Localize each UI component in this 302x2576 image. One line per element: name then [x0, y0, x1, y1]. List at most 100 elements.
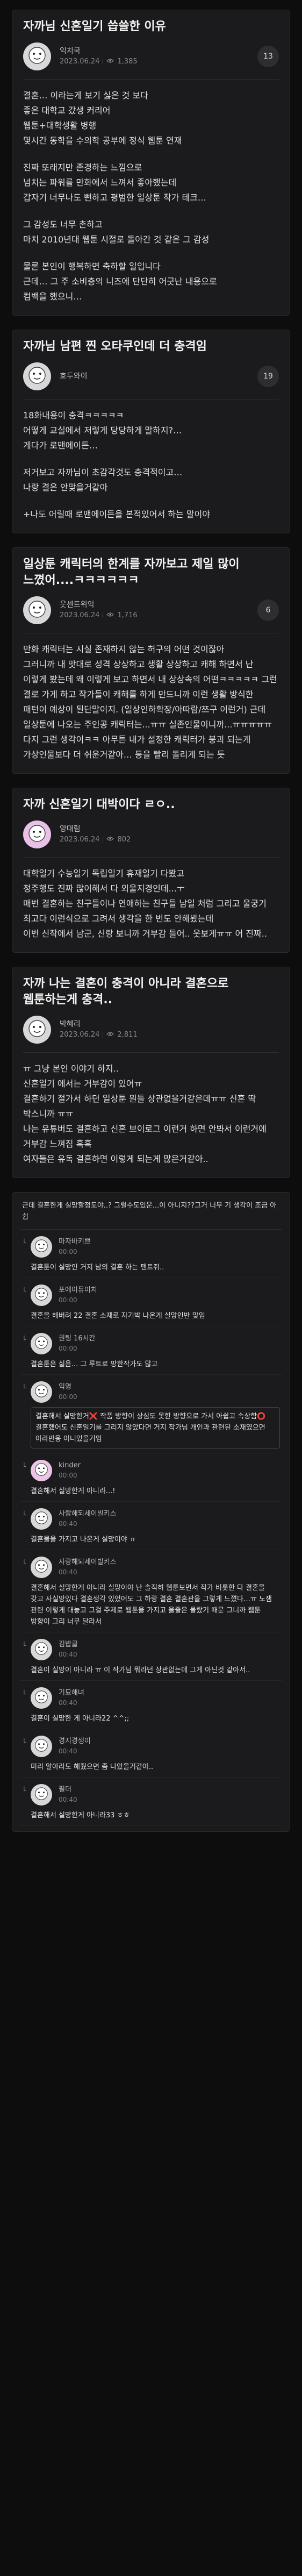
avatar[interactable]	[31, 1285, 52, 1306]
reply-text: 결혼툰이 실망인 거지 남의 결혼 하는 팬트쥐..	[31, 1264, 164, 1272]
reply-author[interactable]: kinder	[59, 1461, 81, 1471]
body-line: 넘치는 파워를 만화에서 느껴서 좋아했는데	[23, 177, 177, 188]
post-submeta: 2023.06.24 2,811	[60, 1030, 279, 1040]
profile-face-icon	[33, 1335, 49, 1353]
avatar[interactable]	[31, 1784, 52, 1806]
post-submeta: 2023.06.24 1,716	[60, 610, 257, 621]
post-meta: 양대림 2023.06.24 802	[23, 820, 279, 858]
reply-item[interactable]: └ 기묘해녀 00:40 결혼이 실망한 게 아니라22 ^^;;	[20, 1681, 282, 1729]
body-line: ㅠ 그냥 본인 이야기 하지..	[23, 1064, 119, 1074]
avatar[interactable]	[31, 1381, 52, 1403]
comment-section: 근데 결혼한게 실망할정도야..? 그럴수도있운...이 아니지??그거 너무 …	[12, 1192, 290, 1832]
author-name[interactable]: 양대림	[60, 824, 279, 834]
post-card[interactable]: 자까 나는 결혼이 충격이 아니라 결혼으로 웹툰하는게 충격.. 박혜리 2023…	[12, 967, 290, 1178]
reply-author[interactable]: 사랑해되세이빌키스	[59, 1558, 117, 1567]
body-line: 여자들은 유독 결혼하면 이렇게 되는게 많은거같아..	[23, 1154, 208, 1164]
profile-face-icon	[26, 45, 48, 68]
comment-count-badge[interactable]: 13	[257, 46, 279, 67]
reply-item[interactable]: └ 익명 00:00 결혼해서 실망한거❌ 작품 방향이 상심도 못한 방향으로 가서…	[20, 1375, 282, 1453]
author-name[interactable]: 익치국	[60, 46, 257, 56]
post-body: ㅠ 그냥 본인 이야기 하지.. 신혼일기 에서는 거부감이 있어ㅠ 결혼하기 절가…	[23, 1061, 279, 1167]
reply-author[interactable]: 기묘해녀	[59, 1688, 84, 1698]
avatar[interactable]	[31, 1687, 52, 1709]
post-title[interactable]: 자까 신혼일기 대박이다 ㄹㅇ..	[23, 797, 279, 813]
reply-meta: 포에이듀이치 00:00	[59, 1286, 97, 1305]
post-title[interactable]: 자까님 신혼일기 씁쓸한 이유	[23, 19, 279, 35]
avatar[interactable]	[31, 1333, 52, 1354]
post-title[interactable]: 일상툰 캐릭터의 한계를 자까보고 제일 많이 느꼈어....ㅋㅋㅋㅋㅋㅋ	[23, 556, 279, 589]
post-meta: 호두와이 19	[23, 362, 279, 399]
reply-item[interactable]: └ 사랑해되세이빌키스 00:40 결혼해서 실망한게 아니라 실망이야 난 솔직히 …	[20, 1550, 282, 1632]
body-line: 18화내용이 충격ㅋㅋㅋㅋㅋ	[23, 410, 124, 420]
avatar[interactable]	[31, 1460, 52, 1481]
reply-author[interactable]: 경지경생이	[59, 1737, 91, 1746]
post-body: 결혼… 이라는게 보기 싫은 것 보다 좋은 대학교 갔생 커리어 웹툰+대학생활 …	[23, 88, 279, 304]
meta-text: 웃센트위익 2023.06.24 1,716	[60, 600, 257, 621]
profile-face-icon	[33, 1786, 49, 1804]
avatar[interactable]	[23, 42, 51, 70]
reply-author[interactable]: 익명	[59, 1382, 77, 1392]
reply-arrow-icon: └	[22, 1739, 26, 1747]
post-body: 대학일기 수능일기 독립일기 휴재일기 다봤고 정주행도 진짜 많이해서 다 외울…	[23, 866, 279, 941]
reply-author[interactable]: 김밥글	[59, 1640, 78, 1650]
reply-text: 결혼해서 실망한게 아니라33 ㅎㅎ	[31, 1811, 130, 1819]
reply-time: 00:00	[59, 1248, 77, 1255]
reply-item[interactable]: └ 포에이듀이치 00:00 결혼을 해버려 22 결혼 소재로 자기박 나온게 실망…	[20, 1278, 282, 1326]
reply-main: 포에이듀이치 00:00 결혼을 해버려 22 결혼 소재로 자기박 나온게 실망인…	[31, 1285, 280, 1322]
avatar[interactable]	[23, 820, 51, 848]
top-comment[interactable]: 근데 결혼한게 실망할정도야..? 그럴수도있운...이 아니지??그거 너무 …	[20, 1198, 282, 1230]
reply-main: 기묘해녀 00:40 결혼이 실망한 게 아니라22 ^^;;	[31, 1687, 280, 1724]
reply-head: kinder 00:00	[31, 1460, 280, 1481]
body-line: 대학일기 수능일기 독립일기 휴재일기 다봤고	[23, 868, 185, 879]
reply-author[interactable]: 권팅 16시간	[59, 1334, 96, 1344]
reply-author[interactable]: 마자바키쁘	[59, 1237, 91, 1247]
reply-item[interactable]: └ 김밥글 00:40 결혼이 실망이 아니라 ㅠ 이 작가님 뭐라던 상관없는데 그…	[20, 1632, 282, 1681]
reply-author[interactable]: 사랑해되세이빌키스	[59, 1509, 117, 1519]
profile-face-icon	[33, 1558, 49, 1576]
reply-text: 결혼해서 실망한게 아니라 실망이야 난 솔직히 웹툰보면서 작가 비롯한 다 …	[31, 1584, 272, 1626]
body-line: 웹툰+대학생활 병행	[23, 120, 97, 131]
author-name[interactable]: 웃센트위익	[60, 600, 257, 610]
avatar[interactable]	[23, 362, 51, 390]
reply-text: 결혼툰은 싫음... 그 루트로 망한작가도 많고	[31, 1360, 158, 1368]
post-title[interactable]: 자까님 남편 찐 오타쿠인데 더 충격임	[23, 339, 279, 355]
post-meta: 익치국 2023.06.24 1,385 13	[23, 42, 279, 80]
avatar[interactable]	[23, 596, 51, 624]
comment-count-badge[interactable]: 6	[257, 600, 279, 621]
profile-face-icon	[33, 1461, 49, 1480]
page: 자까님 신혼일기 씁쓸한 이유익치국 2023.06.24 1,385 13 결혼… 이…	[0, 0, 302, 1837]
body-line: 결혼하기 절가서 하던 일상툰 뭔들 상관없을거같은데ㅠㅠ 신혼 딱 박스니까 …	[23, 1094, 256, 1119]
reply-item[interactable]: └ 사랑해되세이빌키스 00:40 결혼물을 가지고 나온게 실망이야 ㅠ	[20, 1502, 282, 1550]
avatar[interactable]	[31, 1236, 52, 1258]
reply-item[interactable]: └ 권팅 16시간 00:00 결혼툰은 싫음... 그 루트로 망한작가도 많고	[20, 1326, 282, 1375]
reply-meta: 김밥글 00:40	[59, 1640, 78, 1659]
avatar[interactable]	[31, 1736, 52, 1757]
post-card[interactable]: 일상툰 캐릭터의 한계를 자까보고 제일 많이 느꼈어....ㅋㅋㅋㅋㅋㅋ 웃센트…	[12, 547, 290, 774]
post-title[interactable]: 자까 나는 결혼이 충격이 아니라 결혼으로 웹툰하는게 충격..	[23, 976, 279, 1008]
author-name[interactable]: 박혜리	[60, 1019, 279, 1030]
reply-item[interactable]: └ 경지경생이 00:40 미리 알아라도 해줬으면 좀 나았을거같아..	[20, 1729, 282, 1778]
reply-author[interactable]: 필더	[59, 1785, 77, 1795]
avatar[interactable]	[23, 1016, 51, 1044]
reply-item[interactable]: └ kinder 00:00 결혼해서 실망한게 아니라...!	[20, 1453, 282, 1502]
reply-author[interactable]: 포에이듀이치	[59, 1286, 97, 1295]
post-card[interactable]: 자까 신혼일기 대박이다 ㄹㅇ.. 양대림 2023.06.24 802 대학일기 수능…	[12, 788, 290, 953]
reply-meta: 사랑해되세이빌키스 00:40	[59, 1558, 117, 1577]
reply-head: 경지경생이 00:40	[31, 1736, 280, 1757]
reply-main: 익명 00:00 결혼해서 실망한거❌ 작품 방향이 상심도 못한 방향으로 가서 …	[31, 1381, 280, 1448]
reply-time: 00:00	[59, 1472, 77, 1479]
avatar[interactable]	[31, 1557, 52, 1578]
reply-main: 권팅 16시간 00:00 결혼툰은 싫음... 그 루트로 망한작가도 많고	[31, 1333, 280, 1370]
post-card[interactable]: 자까님 신혼일기 씁쓸한 이유익치국 2023.06.24 1,385 13 결혼… 이…	[12, 10, 290, 316]
body-line: 좋은 대학교 갔생 커리어	[23, 105, 111, 116]
reply-item[interactable]: └ 마자바키쁘 00:00 결혼툰이 실망인 거지 남의 결혼 하는 팬트쥐..	[20, 1230, 282, 1278]
avatar[interactable]	[31, 1508, 52, 1530]
post-card[interactable]: 자까님 남편 찐 오타쿠인데 더 충격임호두와이 19 18화내용이 충격ㅋㅋㅋㅋㅋ…	[12, 330, 290, 533]
avatar[interactable]	[31, 1639, 52, 1660]
meta-text: 박혜리 2023.06.24 2,811	[60, 1019, 279, 1040]
comment-count-badge[interactable]: 19	[257, 366, 279, 387]
author-name[interactable]: 호두와이	[60, 371, 257, 382]
reply-item[interactable]: └ 필더 00:40 결혼해서 실망한게 아니라33 ㅎㅎ	[20, 1778, 282, 1826]
